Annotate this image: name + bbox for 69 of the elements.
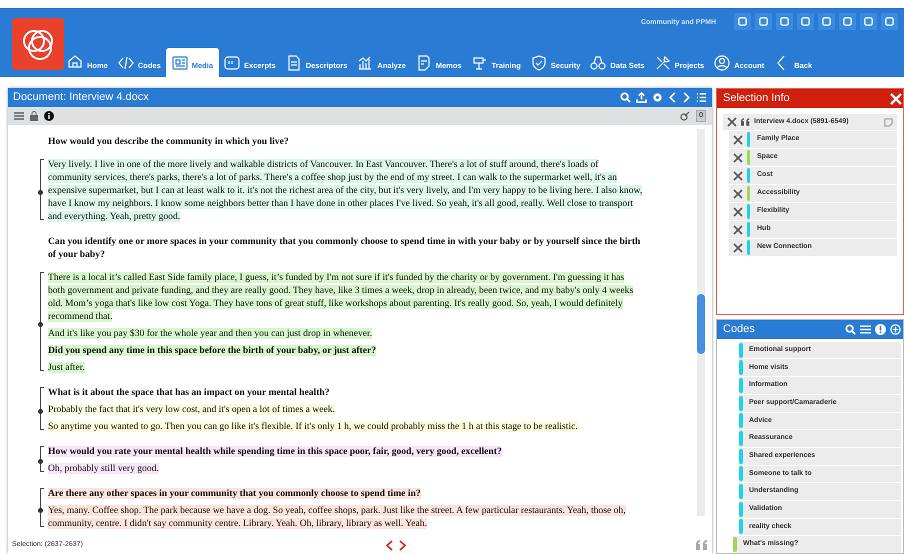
excerpt-bracket[interactable]: [40, 488, 44, 527]
toolbar-icon[interactable]: [881, 13, 898, 30]
toolbar-icon[interactable]: [860, 13, 877, 30]
settings-icon[interactable]: [652, 92, 663, 103]
remove-icon[interactable]: [733, 152, 743, 162]
search-icon[interactable]: [845, 324, 856, 335]
quote-icon: [224, 54, 240, 70]
toolbar-icon[interactable]: [797, 13, 814, 30]
question-text: How would you describe the community in which you live?: [48, 135, 290, 148]
memo-icon[interactable]: [884, 118, 893, 126]
code-icon: [118, 54, 134, 70]
remove-icon[interactable]: [733, 206, 743, 216]
excerpt-bracket[interactable]: [40, 446, 44, 472]
easel-icon: [472, 54, 488, 70]
person-icon: [714, 54, 730, 70]
question-text: Are there any other spaces in your community that you commonly choose to spend time in?: [48, 487, 422, 500]
remove-icon[interactable]: [733, 170, 743, 180]
logo: [12, 18, 64, 70]
answer-text: Very lively. I live in one of the more lively and walkable districts of Vancouver. In East Vancouver. There's a lot of stuff around, there's loads of community services, there's parks, there's a lot of parks. There's a coffee shop just by the end of my street. I can walk to the supermarket well, it's an expensive supermarket, but I can at least walk to it. it's not the richest area of the city, but it's very lively, and I'm very happy to be living here. I also know, have I know my neighbors. I know some neighbors better than I have done in other places I've lived. So yeah, it's all good, really. Well close to transport and everything. Yeah, pretty good.: [48, 158, 644, 223]
excerpt-bracket[interactable]: [40, 387, 44, 430]
sliders-icon[interactable]: [14, 111, 24, 121]
toolbar-icon[interactable]: [818, 13, 835, 30]
remove-icon[interactable]: [733, 224, 743, 234]
pen-icon[interactable]: [680, 111, 690, 121]
remove-icon[interactable]: [733, 134, 743, 144]
search-icon[interactable]: [620, 92, 631, 103]
document-icon: [286, 54, 302, 70]
lock-icon[interactable]: [30, 111, 38, 121]
panel-title: Selection Info: [723, 91, 790, 106]
question-text: Did you spend any time in this space before the birth of your baby, or just after?: [48, 344, 378, 357]
question-text: How would you rate your mental health while spending time in this space poor, fair, good, very good, excellent?: [48, 445, 503, 458]
previous-icon[interactable]: [386, 540, 393, 550]
question-text: What is it about the space that has an impact on your mental health?: [48, 386, 331, 399]
question-text: Can you identify one or more spaces in your community that you commonly choose to spend time in with your baby or by yourself since the birth of your baby?: [48, 235, 642, 261]
memo-icon: [416, 54, 432, 70]
toolbar-icon[interactable]: [839, 13, 856, 30]
info-icon[interactable]: [44, 111, 54, 121]
excerpt-bracket[interactable]: [40, 159, 44, 220]
house-icon: [67, 54, 83, 70]
remove-icon[interactable]: [733, 242, 743, 252]
answer-text: There is a local it’s called East Side family place, I guess, it’s funded by I'm not sure if it's funded by the charity or by government. I'm guessing it has both government and private funding, and they are really good. They have, like 3 times a week, drop in already, been twice, and my baby's only 4 weeks old. Mom’s yoga that's like low cost Yoga. They have tons of great stuff, like workshops about parenting. It's really good. So, yeah, I would definitely recommend that.: [48, 271, 634, 323]
answer-text: Oh, probably still very good.: [48, 462, 160, 475]
answer-text: And it's like you pay $30 for the whole year and then you can just drop in whenever.: [48, 327, 374, 340]
chart-icon: [357, 54, 374, 70]
media-icon: [172, 54, 188, 70]
document-title: Document: Interview 4.docx: [13, 90, 149, 106]
toolbar-icon[interactable]: [734, 13, 751, 30]
binoculars-icon: [590, 54, 606, 70]
remove-icon[interactable]: [727, 117, 737, 127]
answer-text: Probably the fact that it's very low cost, and it's open a lot of times a week.: [48, 403, 336, 416]
alert-icon[interactable]: [875, 324, 886, 335]
close-icon[interactable]: [890, 92, 902, 104]
toolbar-icon[interactable]: [755, 13, 772, 30]
panel-title: Codes: [723, 322, 755, 337]
add-icon[interactable]: [890, 324, 901, 335]
answer-text: Just after.: [48, 361, 86, 374]
upload-icon[interactable]: [636, 92, 647, 103]
quote-icon: [741, 118, 750, 126]
list-icon[interactable]: [696, 92, 707, 103]
shield-icon: [530, 54, 547, 70]
remove-icon[interactable]: [733, 188, 743, 198]
scrollbar[interactable]: [697, 129, 705, 516]
toolbar-icon[interactable]: [776, 13, 793, 30]
tools-icon: [654, 54, 671, 70]
answer-text: So anytime you wanted to go. Then you can go like it's flexible. If it's only 1 h, we could probably miss the 1 h at this stage to be realistic.: [48, 420, 579, 433]
answer-text: Yes, many. Coffee shop. The park because we have a dog. So yeah, coffee shops, park. Just like the street. A few particular restaurants. Yeah, those oh, community, centre. I didn't say community centre. Library. Yeah. Oh, library, library as well. Yeah.: [48, 504, 627, 530]
excerpt-bracket[interactable]: [40, 272, 44, 371]
next-icon[interactable]: [399, 540, 406, 550]
quote-icon[interactable]: [696, 540, 708, 550]
